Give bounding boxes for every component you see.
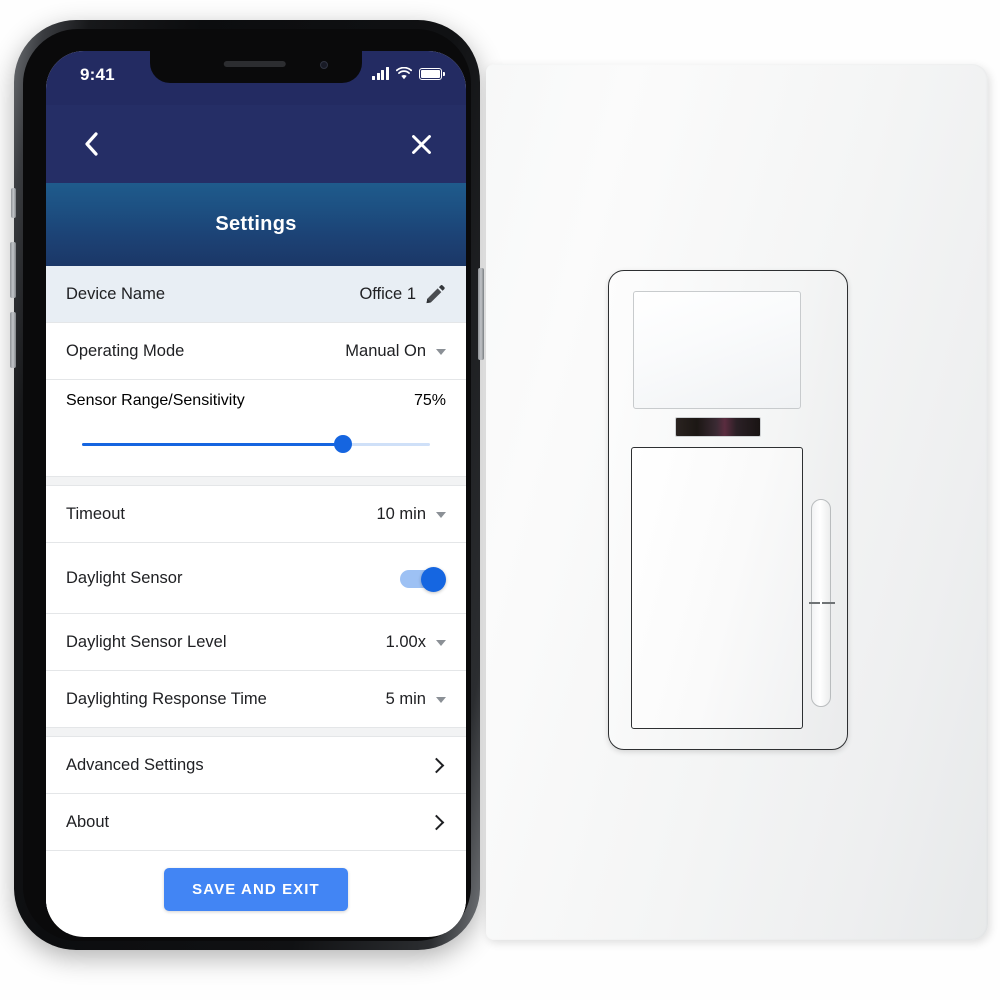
device-name-label: Device Name — [66, 284, 166, 303]
status-bar: 9:41 — [46, 51, 466, 105]
sensor-range-label: Sensor Range/Sensitivity — [66, 392, 245, 409]
wifi-icon — [396, 67, 412, 80]
infrared-lens-strip — [675, 417, 761, 437]
settings-list: Device Name Office 1 Operating Mode Manu… — [46, 266, 466, 933]
save-and-exit-button[interactable]: SAVE AND EXIT — [164, 868, 348, 911]
device-name-value: Office 1 — [359, 284, 416, 303]
operating-mode-value: Manual On — [345, 341, 426, 360]
cellular-signal-icon — [372, 67, 389, 80]
silence-switch-button[interactable] — [11, 188, 16, 218]
phone-bezel: 9:41 Settings Device Name Office 1 Opera… — [23, 29, 471, 941]
page-title-band: Settings — [46, 183, 466, 266]
back-chevron-icon[interactable] — [72, 125, 110, 163]
slider-fill — [82, 443, 343, 446]
front-camera-icon — [320, 61, 328, 69]
volume-down-button[interactable] — [10, 312, 16, 368]
toggle-knob — [421, 566, 446, 592]
smartphone-device: 9:41 Settings Device Name Office 1 Opera… — [10, 20, 484, 950]
status-time: 9:41 — [80, 65, 115, 84]
slider-thumb[interactable] — [334, 435, 352, 453]
sensor-range-slider[interactable] — [82, 435, 430, 454]
settings-row-daylight-sensor[interactable]: Daylight Sensor — [46, 543, 466, 614]
settings-row-device-name[interactable]: Device Name Office 1 — [46, 266, 466, 323]
daylight-sensor-toggle[interactable] — [400, 566, 446, 592]
daylight-sensor-label: Daylight Sensor — [66, 568, 183, 587]
app-nav-bar — [46, 105, 466, 183]
occupancy-sensor-wall-switch — [608, 270, 848, 750]
close-x-icon[interactable] — [402, 125, 440, 163]
chevron-down-icon[interactable] — [436, 697, 446, 703]
settings-row-operating-mode[interactable]: Operating Mode Manual On — [46, 323, 466, 380]
chevron-right-icon[interactable] — [428, 814, 445, 830]
daylight-sensor-level-label: Daylight Sensor Level — [66, 632, 227, 651]
pencil-edit-icon[interactable] — [424, 283, 446, 305]
chevron-down-icon[interactable] — [436, 349, 446, 355]
settings-row-daylighting-response-time[interactable]: Daylighting Response Time 5 min — [46, 671, 466, 728]
earpiece-speaker — [223, 61, 286, 67]
settings-row-sensor-range[interactable]: Sensor Range/Sensitivity 75% — [46, 380, 466, 477]
screenshot-stage: 9:41 Settings Device Name Office 1 Opera… — [0, 0, 1000, 1000]
settings-row-daylight-sensor-level[interactable]: Daylight Sensor Level 1.00x — [46, 614, 466, 671]
wall-plate — [486, 64, 988, 940]
volume-up-button[interactable] — [10, 242, 16, 298]
save-button-area: SAVE AND EXIT — [46, 851, 466, 933]
pir-sensor-window — [633, 291, 801, 409]
chevron-down-icon[interactable] — [436, 640, 446, 646]
settings-row-about[interactable]: About — [46, 794, 466, 851]
chevron-right-icon[interactable] — [428, 757, 445, 773]
advanced-settings-label: Advanced Settings — [66, 755, 204, 774]
dimmer-slider-control[interactable] — [809, 499, 835, 707]
timeout-label: Timeout — [66, 504, 125, 523]
chevron-down-icon[interactable] — [436, 512, 446, 518]
battery-full-icon — [419, 68, 445, 80]
page-title: Settings — [215, 213, 297, 235]
timeout-value: 10 min — [376, 504, 426, 523]
phone-screen: 9:41 Settings Device Name Office 1 Opera… — [46, 51, 466, 937]
operating-mode-label: Operating Mode — [66, 341, 185, 360]
status-icons — [372, 67, 445, 80]
daylighting-response-time-label: Daylighting Response Time — [66, 689, 267, 708]
display-notch — [150, 51, 362, 83]
power-button[interactable] — [478, 268, 484, 360]
paddle-switch-button[interactable] — [631, 447, 803, 729]
daylight-sensor-level-value: 1.00x — [385, 632, 426, 651]
about-label: About — [66, 812, 110, 831]
daylighting-response-time-value: 5 min — [385, 689, 426, 708]
dimmer-notch — [809, 599, 835, 607]
section-divider — [46, 477, 466, 486]
settings-row-advanced-settings[interactable]: Advanced Settings — [46, 737, 466, 794]
settings-row-timeout[interactable]: Timeout 10 min — [46, 486, 466, 543]
section-divider — [46, 728, 466, 737]
sensor-range-value: 75% — [413, 392, 446, 409]
